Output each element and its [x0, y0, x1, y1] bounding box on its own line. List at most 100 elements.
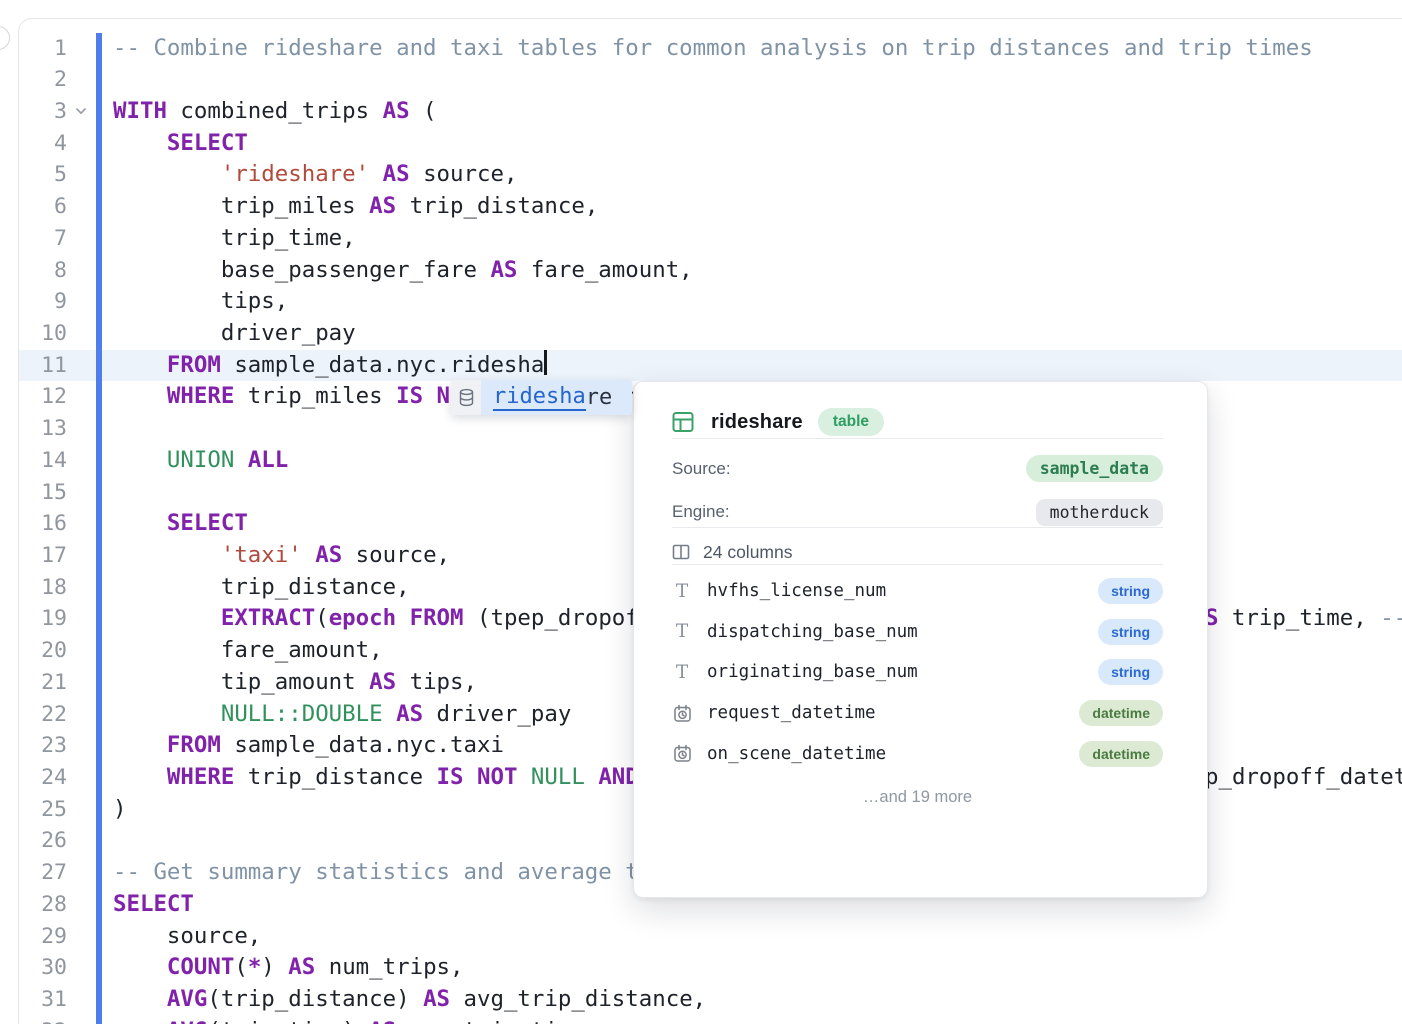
engine-label: Engine: [672, 502, 730, 522]
code-line[interactable]: 32 AVG(trip_time) AS avg_trip_time, [19, 1016, 1402, 1024]
code-line[interactable]: 3 WITH combined_trips AS ( [19, 96, 1402, 128]
column-type-icon-slot: T [672, 581, 692, 602]
column-name: originating_base_num [707, 662, 1098, 682]
code-line[interactable]: 29 source, [19, 921, 1402, 953]
code-line-text: fare_amount, [113, 635, 383, 667]
text-type-icon: T [676, 581, 688, 602]
column-name: dispatching_base_num [707, 622, 1098, 642]
code-line-text: SELECT [113, 508, 248, 540]
divider [672, 438, 1163, 439]
line-number: 28 [19, 889, 67, 921]
column-type-icon-slot: T [672, 621, 692, 642]
calendar-clock-icon [673, 704, 692, 723]
code-line-text: UNION ALL [113, 445, 288, 477]
line-number: 1 [19, 33, 67, 65]
code-line-text: trip_miles AS trip_distance, [113, 191, 598, 223]
table-icon [672, 411, 694, 433]
code-line-text: AVG(trip_distance) AS avg_trip_distance, [113, 984, 706, 1016]
column-row: request_datetime datetime [672, 693, 1163, 734]
table-title: rideshare [711, 411, 803, 434]
code-line[interactable]: 1 -- Combine rideshare and taxi tables fo… [19, 33, 1402, 65]
sql-editor-screen: 1 -- Combine rideshare and taxi tables fo… [0, 0, 1402, 1024]
column-type-badge: string [1098, 619, 1163, 645]
column-type-icon-slot: T [672, 662, 692, 683]
code-line-text: -- Combine rideshare and taxi tables for… [113, 33, 1313, 65]
line-number: 29 [19, 921, 67, 953]
code-line[interactable]: 9 tips, [19, 286, 1402, 318]
code-line-text: WITH combined_trips AS ( [113, 96, 437, 128]
line-number: 6 [19, 191, 67, 223]
code-line[interactable]: 30 COUNT(*) AS num_trips, [19, 952, 1402, 984]
code-line-text: 'taxi' AS source, [113, 540, 450, 572]
line-number: 17 [19, 540, 67, 572]
more-columns-note: …and 19 more [672, 788, 1163, 807]
source-label: Source: [672, 459, 731, 479]
columns-count-row: 24 columns [672, 540, 1163, 564]
code-line-text: SELECT [113, 128, 248, 160]
line-number: 9 [19, 286, 67, 318]
column-type-badge: datetime [1079, 741, 1163, 767]
line-number: 32 [19, 1016, 67, 1024]
line-number: 23 [19, 730, 67, 762]
code-line[interactable]: 4 SELECT [19, 128, 1402, 160]
line-number: 12 [19, 381, 67, 413]
column-row: on_scene_datetime datetime [672, 733, 1163, 774]
source-row: Source: sample_data [672, 453, 1163, 484]
line-number: 4 [19, 128, 67, 160]
code-line-text: tips, [113, 286, 288, 318]
column-type-icon-slot [672, 704, 692, 723]
code-line[interactable]: 7 trip_time, [19, 223, 1402, 255]
code-line-text: driver_pay [113, 318, 356, 350]
code-line-text: FROM sample_data.nyc.ridesha [113, 350, 547, 382]
code-line-text: trip_time, [113, 223, 356, 255]
line-number: 22 [19, 699, 67, 731]
code-line-text: base_passenger_fare AS fare_amount, [113, 255, 693, 287]
code-line[interactable]: 2 [19, 64, 1402, 96]
line-number: 13 [19, 413, 67, 445]
column-row: T originating_base_num string [672, 652, 1163, 693]
code-line-text: AVG(trip_time) AS avg_trip_time, [113, 1016, 598, 1024]
code-line[interactable]: 31 AVG(trip_distance) AS avg_trip_distan… [19, 984, 1402, 1016]
line-number: 18 [19, 572, 67, 604]
column-row: T dispatching_base_num string [672, 612, 1163, 653]
divider [672, 527, 1163, 528]
changed-lines-indicator-bar [96, 33, 103, 1024]
line-number: 25 [19, 794, 67, 826]
edge-handle-button[interactable] [0, 26, 10, 50]
text-type-icon: T [676, 662, 688, 683]
line-number: 27 [19, 857, 67, 889]
line-number: 16 [19, 508, 67, 540]
autocomplete-rest-text: re [586, 385, 613, 410]
code-line-text: COUNT(*) AS num_trips, [113, 952, 464, 984]
line-number: 2 [19, 64, 67, 96]
line-number: 3 [19, 96, 67, 128]
columns-icon [672, 543, 690, 561]
table-info-popover: rideshare table Source: sample_data Engi… [633, 381, 1208, 898]
code-line[interactable]: 6 trip_miles AS trip_distance, [19, 191, 1402, 223]
code-line-text: trip_distance, [113, 572, 410, 604]
chevron-down-icon[interactable] [74, 104, 88, 118]
code-line[interactable]: 8 base_passenger_fare AS fare_amount, [19, 255, 1402, 287]
column-type-badge: string [1098, 659, 1163, 685]
column-list: T hvfhs_license_num string T dispatching… [672, 571, 1163, 774]
code-line[interactable]: 5 'rideshare' AS source, [19, 159, 1402, 191]
code-line-text: tip_amount AS tips, [113, 667, 477, 699]
engine-row: Engine: motherduck [672, 497, 1163, 527]
line-number: 19 [19, 603, 67, 635]
column-name: hvfhs_license_num [707, 581, 1098, 601]
line-number: 5 [19, 159, 67, 191]
code-line[interactable]: 10 driver_pay [19, 318, 1402, 350]
line-number: 24 [19, 762, 67, 794]
code-line-text: SELECT [113, 889, 194, 921]
code-line[interactable]: 11 FROM sample_data.nyc.ridesha [19, 350, 1402, 382]
columns-count: 24 columns [703, 542, 793, 563]
popover-header: rideshare table [672, 406, 1163, 438]
text-type-icon: T [676, 621, 688, 642]
engine-value-badge: motherduck [1036, 499, 1163, 526]
line-number: 10 [19, 318, 67, 350]
line-number: 8 [19, 255, 67, 287]
autocomplete-item[interactable]: rideshare [481, 380, 632, 415]
line-number: 21 [19, 667, 67, 699]
line-number: 7 [19, 223, 67, 255]
code-line-text: NULL::DOUBLE AS driver_pay [113, 699, 571, 731]
